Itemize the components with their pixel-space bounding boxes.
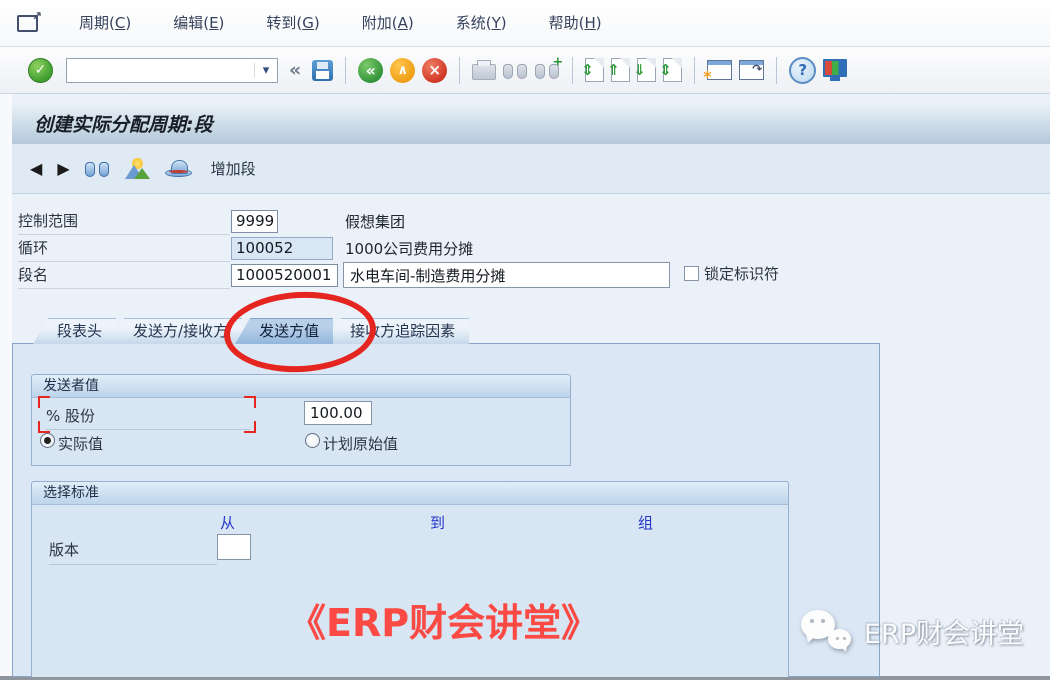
toolbar-separator [694,57,695,84]
actual-values-label: 实际值 [58,433,103,454]
tab-segment-header[interactable]: 段表头 [33,318,116,344]
mountain-glyph [134,168,150,179]
sender-values-group-title: 发送者值 [32,375,570,398]
menu-bar: ↗ 周期(C) 编辑(E) 转到(G) 附加(A) 系统(Y) 帮助(H) [0,0,1050,47]
customize-layout-icon[interactable] [823,59,847,77]
continue-window-icon[interactable]: ↗ [17,15,38,32]
title-bar: 创建实际分配周期:段 [12,102,1050,145]
lock-indicator-checkbox[interactable] [684,266,699,281]
menu-item-extras[interactable]: 附加(A) [341,1,435,46]
add-segment-button[interactable]: 增加段 [211,158,256,179]
segment-name-label: 段名 [18,263,230,289]
standard-toolbar: ✓ ▾ « « ∧ × + ⇕ ⇑ ⇓ ⇕ * ↷ ? [0,47,1050,94]
next-segment-icon[interactable]: ▶ [57,159,69,178]
column-header-from: 从 [220,512,235,533]
back-icon[interactable]: « [358,58,383,83]
command-input[interactable] [67,60,254,81]
previous-segment-icon[interactable]: ◀ [30,159,42,178]
tab-sender-values[interactable]: 发送方值 [235,318,333,344]
print-icon[interactable] [472,64,496,80]
save-icon[interactable] [312,60,333,81]
exit-icon[interactable]: ∧ [390,58,415,83]
arrow-glyph: ↗ [32,9,42,23]
menu-items: 周期(C) 编辑(E) 转到(G) 附加(A) 系统(Y) 帮助(H) [58,1,623,46]
selection-criteria-group: 选择标准 从 到 组 版本 [31,481,789,677]
cycle-label: 循环 [18,236,230,262]
segment-name-input[interactable] [343,262,670,288]
menu-item-cycle[interactable]: 周期(C) [58,1,152,46]
share-percent-input[interactable] [304,401,372,425]
corner-watermark: ERP财会讲堂 [801,608,1024,654]
help-icon[interactable]: ? [789,57,816,84]
cycle-desc: 1000公司费用分摊 [345,237,473,261]
menu-item-system[interactable]: 系统(Y) [435,1,528,46]
cancel-icon[interactable]: × [422,58,447,83]
toolbar-separator [572,57,573,84]
plan-values-label: 计划原始值 [323,433,398,454]
tab-receiver-tracing-factor[interactable]: 接收方追踪因素 [326,318,469,344]
toolbar-separator [776,57,777,84]
column-header-to: 到 [430,512,445,533]
controlling-area-field[interactable]: 9999 [231,210,278,233]
plus-glyph: + [552,55,563,70]
plan-values-radio[interactable] [305,433,320,448]
create-shortcut-icon[interactable]: ↷ [739,60,764,80]
hat-icon[interactable] [165,160,192,177]
collapse-toolbar-icon[interactable]: « [289,59,301,81]
cycle-field[interactable]: 100052 [231,237,333,260]
wechat-icon [801,608,855,654]
center-watermark-text: 《ERP财会讲堂》 [288,592,599,647]
page-down-icon[interactable]: ⇓ [637,58,656,82]
column-header-group: 组 [638,512,653,533]
page-up-icon[interactable]: ⇑ [611,58,630,82]
share-percent-label: % 股份 [46,403,250,430]
find-icon[interactable] [503,61,528,80]
application-toolbar: ◀ ▶ 增加段 [12,144,1050,194]
menu-item-edit[interactable]: 编辑(E) [152,1,245,46]
sender-values-group: 发送者值 % 股份 实际值 计划原始值 [31,374,571,466]
menu-item-goto[interactable]: 转到(G) [245,1,340,46]
first-page-icon[interactable]: ⇕ [585,58,604,82]
actual-values-radio[interactable] [40,433,55,448]
segment-id-field[interactable]: 1000520001 [231,264,338,287]
corner-watermark-text: ERP财会讲堂 [864,612,1024,651]
enter-ok-icon[interactable]: ✓ [28,58,53,83]
page-title: 创建实际分配周期:段 [34,110,213,137]
lock-indicator-label: 锁定标识符 [704,263,779,284]
find-next-icon[interactable]: + [535,61,560,80]
tab-strip: 段表头 发送方/接收方 发送方值 接收方追踪因素 [40,318,469,344]
command-dropdown-icon[interactable]: ▾ [254,63,277,78]
controlling-area-desc: 假想集团 [345,210,405,234]
menu-item-help[interactable]: 帮助(H) [528,1,623,46]
command-field-wrap: ▾ [66,58,278,83]
last-page-icon[interactable]: ⇕ [663,58,682,82]
overview-icon[interactable] [125,158,150,179]
search-icon[interactable] [85,159,110,178]
toolbar-separator [459,57,460,84]
new-session-icon[interactable]: * [707,60,732,80]
sap-gui-window: ↗ 周期(C) 编辑(E) 转到(G) 附加(A) 系统(Y) 帮助(H) ✓ … [0,0,1050,680]
version-label: 版本 [49,537,217,565]
controlling-area-label: 控制范围 [18,209,230,235]
selection-criteria-group-title: 选择标准 [32,482,788,505]
toolbar-separator [345,57,346,84]
version-from-input[interactable] [217,534,251,560]
tab-sender-receiver[interactable]: 发送方/接收方 [109,318,242,344]
left-margin-strip [0,94,12,680]
